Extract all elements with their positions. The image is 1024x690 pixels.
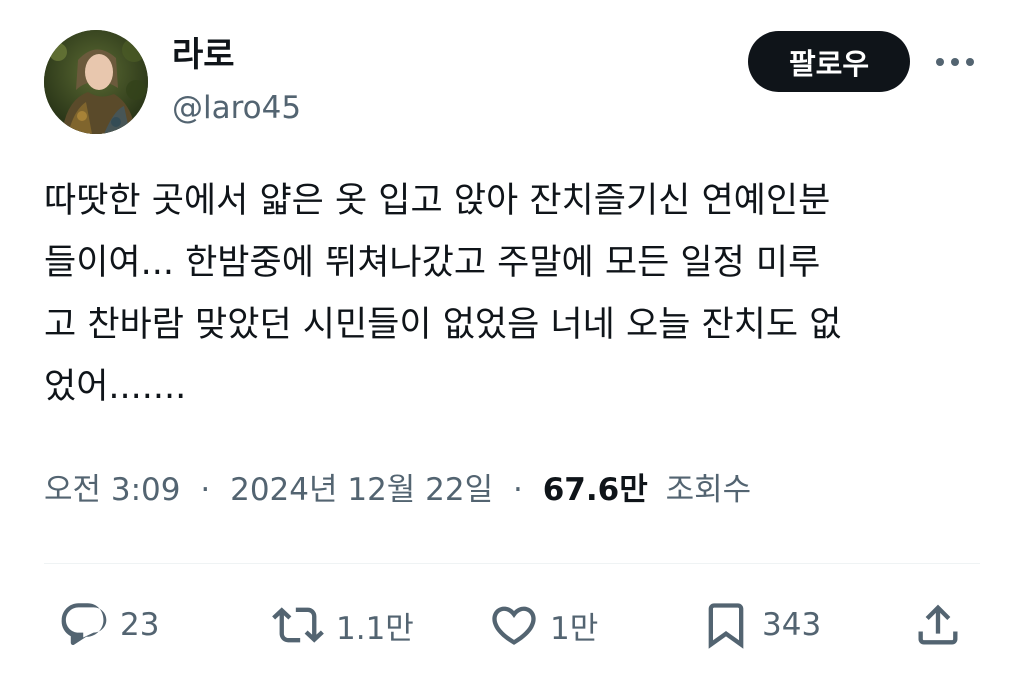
avatar[interactable] xyxy=(44,30,148,134)
share-button[interactable] xyxy=(912,598,964,652)
tweet-text-line: 따땃한 곳에서 얇은 옷 입고 앉아 잔치즐기신 연예인분 xyxy=(44,181,831,221)
bookmark-count: 343 xyxy=(762,607,822,643)
bookmark-icon xyxy=(708,603,744,649)
display-name[interactable]: 라로 xyxy=(172,34,235,76)
tweet-time[interactable]: 오전 3:09 xyxy=(44,472,181,508)
tweet-card: 라로 @laro45 팔로우 따땃한 곳에서 얇은 옷 입고 앉아 잔치즐기신 … xyxy=(0,0,1024,690)
more-horizontal-icon xyxy=(936,58,974,66)
views-count: 67.6만 xyxy=(542,472,648,508)
like-button[interactable]: 1만 xyxy=(488,598,598,652)
tweet-text-line: 었어....... xyxy=(44,367,187,407)
bookmark-button[interactable]: 343 xyxy=(700,598,821,652)
repost-icon xyxy=(272,607,324,643)
meta-separator: · xyxy=(513,472,523,508)
repost-button[interactable]: 1.1만 xyxy=(270,598,414,652)
follow-button[interactable]: 팔로우 xyxy=(748,31,910,92)
heart-icon xyxy=(492,606,536,645)
like-count: 1만 xyxy=(550,610,599,647)
tweet-text-line: 고 찬바람 맞았던 시민들이 없었음 너네 오늘 잔치도 없 xyxy=(44,305,842,345)
reply-count: 23 xyxy=(120,607,160,643)
repost-count: 1.1만 xyxy=(336,610,414,647)
tweet-date[interactable]: 2024년 12월 22일 xyxy=(230,472,493,508)
tweet-text: 따땃한 곳에서 얇은 옷 입고 앉아 잔치즐기신 연예인분 들이여... 한밤중… xyxy=(44,170,984,418)
share-icon xyxy=(918,604,958,645)
tweet-text-line: 들이여... 한밤중에 뛰쳐나갔고 주말에 모든 일정 미루 xyxy=(44,243,821,283)
handle[interactable]: @laro45 xyxy=(172,88,301,128)
reply-icon xyxy=(61,603,107,645)
divider xyxy=(44,563,980,564)
avatar-image xyxy=(44,30,148,134)
views-label: 조회수 xyxy=(665,472,752,508)
more-button[interactable] xyxy=(932,48,978,76)
meta-separator: · xyxy=(200,472,211,508)
tweet-meta: 오전 3:09 · 2024년 12월 22일 · 67.6만 조회수 xyxy=(44,468,751,512)
reply-button[interactable]: 23 xyxy=(58,598,159,652)
